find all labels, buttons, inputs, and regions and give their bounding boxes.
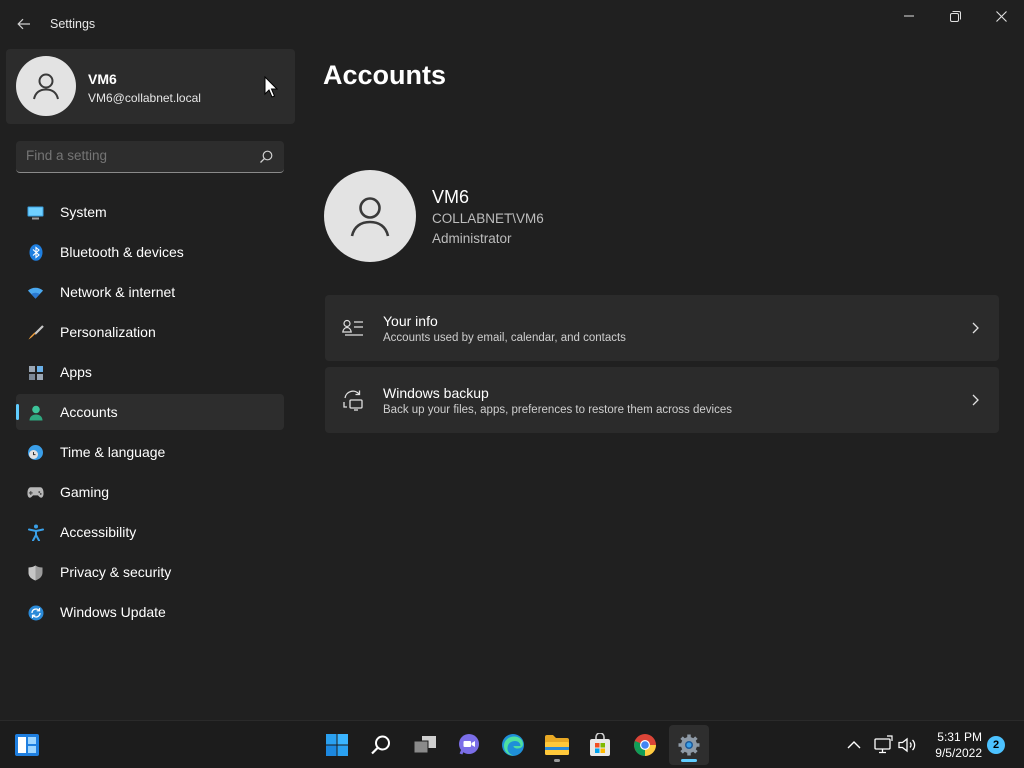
sidebar-item-label: Bluetooth & devices bbox=[60, 244, 184, 260]
chat-button[interactable] bbox=[449, 725, 489, 765]
brush-icon bbox=[27, 324, 44, 341]
sidebar-item-gaming[interactable]: Gaming bbox=[16, 474, 284, 510]
account-role: Administrator bbox=[432, 231, 512, 246]
task-view-icon bbox=[413, 736, 436, 754]
account-domain: COLLABNET\VM6 bbox=[432, 211, 544, 226]
restore-button[interactable] bbox=[932, 0, 978, 32]
edge-button[interactable] bbox=[493, 725, 533, 765]
card-subtitle: Accounts used by email, calendar, and co… bbox=[383, 332, 626, 344]
file-explorer-button[interactable] bbox=[537, 725, 577, 765]
sidebar-item-network[interactable]: Network & internet bbox=[16, 274, 284, 310]
card-title: Windows backup bbox=[383, 385, 489, 401]
card-title: Your info bbox=[383, 313, 438, 329]
account-avatar bbox=[324, 170, 416, 262]
bluetooth-icon bbox=[27, 244, 44, 261]
teams-chat-icon bbox=[459, 734, 479, 755]
chevron-up-icon[interactable] bbox=[845, 736, 863, 754]
system-icon bbox=[27, 204, 44, 221]
clock-globe-icon bbox=[27, 444, 44, 461]
edge-browser-icon bbox=[502, 734, 524, 756]
chevron-right-icon bbox=[969, 392, 981, 408]
profile-email: VM6@collabnet.local bbox=[88, 91, 201, 105]
settings-taskbar-button[interactable] bbox=[669, 725, 709, 765]
sidebar-item-label: Windows Update bbox=[60, 604, 166, 620]
taskbar: 5:31 PM 9/5/2022 2 bbox=[0, 720, 1024, 768]
store-bag-icon bbox=[590, 733, 610, 756]
account-name: VM6 bbox=[432, 187, 470, 207]
back-arrow-icon bbox=[17, 18, 30, 30]
card-subtitle: Back up your files, apps, preferences to… bbox=[383, 404, 732, 416]
folder-icon bbox=[545, 735, 569, 755]
sidebar-item-system[interactable]: System bbox=[16, 194, 284, 230]
taskbar-search-button[interactable] bbox=[361, 725, 401, 765]
accessibility-icon bbox=[27, 524, 44, 541]
sync-backup-icon bbox=[342, 389, 364, 411]
active-indicator bbox=[681, 759, 697, 762]
sidebar-item-accounts[interactable]: Accounts bbox=[16, 394, 284, 430]
sidebar-nav: System Bluetooth & devices Network & int… bbox=[16, 194, 284, 634]
mouse-cursor-icon bbox=[264, 76, 278, 98]
sidebar-item-label: Network & internet bbox=[60, 284, 176, 300]
clock-time[interactable]: 5:31 PM bbox=[930, 730, 982, 744]
sidebar-item-label: Time & language bbox=[60, 444, 166, 460]
restore-icon bbox=[949, 10, 961, 22]
apps-icon bbox=[27, 364, 44, 381]
volume-icon[interactable] bbox=[897, 735, 917, 755]
chrome-browser-icon bbox=[634, 734, 656, 756]
update-icon bbox=[27, 604, 44, 621]
chrome-button[interactable] bbox=[625, 725, 665, 765]
your-info-card[interactable]: Your info Accounts used by email, calend… bbox=[325, 295, 999, 361]
profile-name: VM6 bbox=[88, 71, 117, 87]
sidebar-item-personalization[interactable]: Personalization bbox=[16, 314, 284, 350]
contact-info-icon bbox=[342, 317, 364, 339]
back-button[interactable] bbox=[10, 10, 38, 38]
store-button[interactable] bbox=[580, 725, 620, 765]
shield-icon bbox=[27, 564, 44, 581]
sidebar-item-label: Accounts bbox=[60, 404, 118, 420]
search-box[interactable] bbox=[16, 141, 284, 173]
sidebar-item-privacy-security[interactable]: Privacy & security bbox=[16, 554, 284, 590]
sidebar-item-accessibility[interactable]: Accessibility bbox=[16, 514, 284, 550]
sidebar-item-label: Gaming bbox=[60, 484, 110, 500]
minimize-button[interactable] bbox=[886, 0, 932, 32]
sidebar-item-apps[interactable]: Apps bbox=[16, 354, 284, 390]
search-input[interactable] bbox=[26, 148, 246, 163]
chevron-right-icon bbox=[969, 320, 981, 336]
windows-logo-icon bbox=[326, 734, 348, 756]
windows-backup-card[interactable]: Windows backup Back up your files, apps,… bbox=[325, 367, 999, 433]
user-icon bbox=[350, 197, 390, 237]
close-icon bbox=[995, 10, 1007, 22]
sidebar-item-label: Personalization bbox=[60, 324, 156, 340]
user-icon bbox=[33, 73, 59, 100]
clock-date[interactable]: 9/5/2022 bbox=[926, 746, 982, 760]
search-icon[interactable] bbox=[258, 149, 274, 165]
sidebar-item-label: Accessibility bbox=[60, 524, 137, 540]
page-title: Accounts bbox=[323, 60, 447, 90]
window-title: Settings bbox=[50, 17, 96, 31]
sidebar-item-label: System bbox=[60, 204, 107, 220]
running-indicator bbox=[554, 759, 560, 762]
accounts-icon bbox=[27, 404, 44, 421]
profile-card[interactable]: VM6 VM6@collabnet.local bbox=[6, 49, 295, 124]
close-button[interactable] bbox=[978, 0, 1024, 32]
sidebar-item-time-language[interactable]: Time & language bbox=[16, 434, 284, 470]
search-icon bbox=[371, 735, 390, 755]
sidebar-item-label: Apps bbox=[60, 364, 92, 380]
notification-badge[interactable]: 2 bbox=[987, 736, 1005, 754]
wifi-icon bbox=[27, 284, 44, 301]
minimize-icon bbox=[904, 15, 914, 17]
task-view-button[interactable] bbox=[405, 725, 445, 765]
sidebar-item-label: Privacy & security bbox=[60, 564, 172, 580]
gear-icon bbox=[678, 734, 700, 756]
widgets-icon[interactable] bbox=[14, 733, 40, 757]
gamepad-icon bbox=[27, 484, 44, 501]
start-button[interactable] bbox=[317, 725, 357, 765]
avatar bbox=[16, 56, 76, 116]
network-ethernet-icon[interactable] bbox=[873, 735, 893, 755]
sidebar-item-bluetooth[interactable]: Bluetooth & devices bbox=[16, 234, 284, 270]
sidebar-item-windows-update[interactable]: Windows Update bbox=[16, 594, 284, 630]
title-bar: Settings bbox=[0, 0, 1024, 48]
